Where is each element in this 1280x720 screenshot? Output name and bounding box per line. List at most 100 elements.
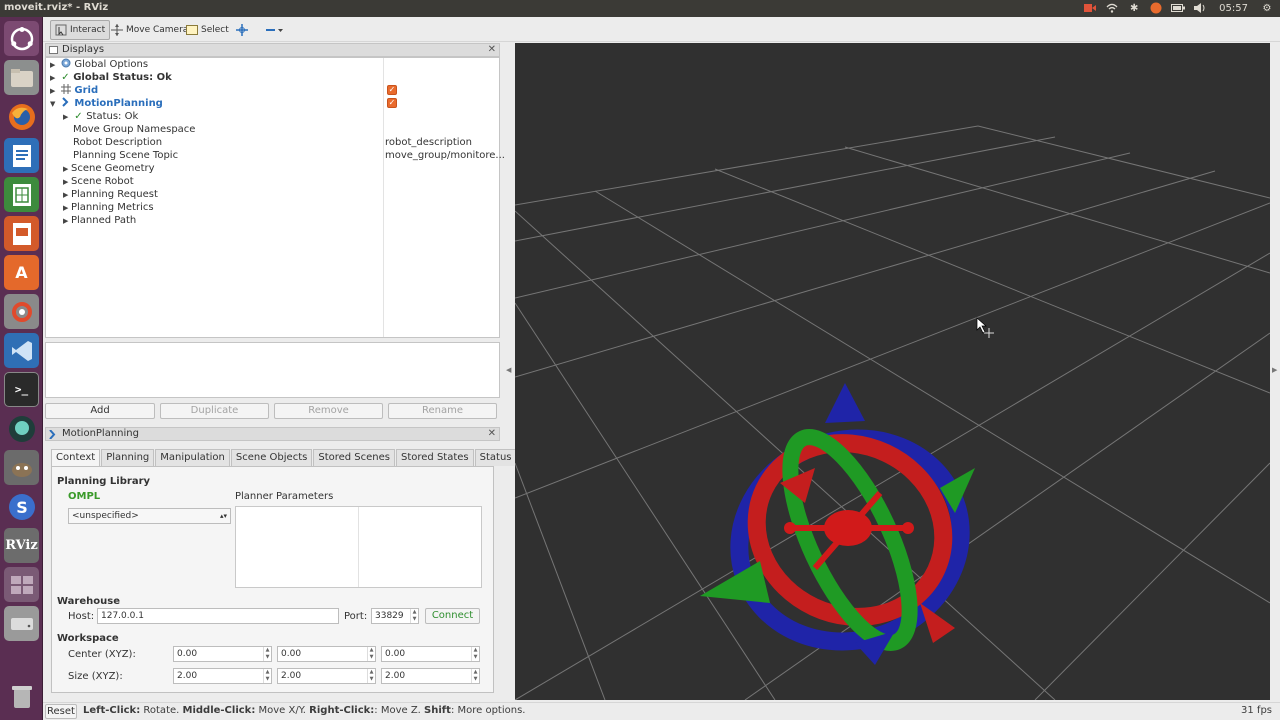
- camera-icon[interactable]: [1083, 1, 1097, 15]
- remove-tool-button[interactable]: [262, 20, 288, 40]
- wifi-icon[interactable]: [1105, 1, 1119, 15]
- tab-stored-scenes[interactable]: Stored Scenes: [313, 449, 395, 466]
- render-3d-view[interactable]: [515, 43, 1270, 700]
- gear-icon[interactable]: ⚙: [1260, 1, 1274, 15]
- planner-parameters-table[interactable]: [235, 506, 482, 588]
- fps-readout: 31 fps: [1241, 705, 1272, 716]
- workspace-switcher-icon[interactable]: [4, 567, 39, 602]
- language-icon[interactable]: [1149, 1, 1163, 15]
- tab-stored-states[interactable]: Stored States: [396, 449, 474, 466]
- mouse-cursor-icon: [976, 317, 994, 338]
- port-input[interactable]: 33829 ▲ ▼: [371, 608, 419, 624]
- tree-row-grid[interactable]: ▶ Grid: [50, 84, 98, 97]
- spin-arrows-icon[interactable]: ▲ ▼: [367, 669, 375, 683]
- robot-description-value[interactable]: robot_description: [385, 136, 472, 149]
- tab-scene-objects[interactable]: Scene Objects: [230, 449, 313, 466]
- drive-icon[interactable]: [4, 606, 39, 641]
- splitter-left-arrow-icon[interactable]: ◀: [506, 366, 511, 374]
- connect-button[interactable]: Connect: [425, 608, 480, 624]
- expand-arrow-icon[interactable]: ▶: [63, 111, 71, 124]
- warehouse-heading: Warehouse: [57, 596, 120, 607]
- vscode-icon[interactable]: [4, 333, 39, 368]
- center-x-input[interactable]: 0.00 ▲ ▼: [173, 646, 272, 662]
- gear-icon: [61, 58, 71, 68]
- splitter-right-arrow-icon[interactable]: ▶: [1272, 366, 1277, 374]
- remove-display-button[interactable]: Remove: [274, 403, 383, 419]
- crosshair-icon: [236, 24, 248, 36]
- spin-arrows-icon[interactable]: ▲ ▼: [263, 647, 271, 661]
- size-x-input[interactable]: 2.00 ▲ ▼: [173, 668, 272, 684]
- tab-context[interactable]: Context: [51, 449, 101, 467]
- checkmark-icon: ✓: [61, 72, 70, 83]
- move-camera-tool-button[interactable]: Move Camera: [107, 20, 192, 40]
- spin-arrows-icon[interactable]: ▲ ▼: [471, 647, 479, 661]
- size-z-input[interactable]: 2.00 ▲ ▼: [381, 668, 480, 684]
- gitkraken-icon[interactable]: [4, 411, 39, 446]
- tree-row-planned-path[interactable]: ▶ Planned Path: [63, 214, 136, 227]
- add-display-button[interactable]: Add: [45, 403, 155, 419]
- terminal-icon[interactable]: >_: [4, 372, 39, 407]
- motionplanning-icon: [49, 430, 56, 439]
- close-icon[interactable]: ✕: [488, 428, 496, 440]
- settings-icon[interactable]: [4, 294, 39, 329]
- center-z-input[interactable]: 0.00 ▲ ▼: [381, 646, 480, 662]
- tab-manipulation[interactable]: Manipulation: [155, 449, 230, 466]
- size-label: Size (XYZ):: [68, 671, 123, 682]
- tree-row-scene-geometry[interactable]: ▶ Scene Geometry: [63, 162, 155, 175]
- tree-row-planning-request[interactable]: ▶ Planning Request: [63, 188, 158, 201]
- files-icon[interactable]: [4, 60, 39, 95]
- motionplanning-enabled-checkbox[interactable]: ✓: [387, 98, 397, 108]
- tree-row-robot-description[interactable]: Robot Description: [73, 136, 162, 149]
- interact-label: Interact: [70, 25, 106, 35]
- tree-row-status[interactable]: ▶ ✓ Status: Ok: [63, 110, 138, 123]
- host-input[interactable]: 127.0.0.1: [97, 608, 339, 624]
- size-y-input[interactable]: 2.00 ▲ ▼: [277, 668, 376, 684]
- svg-text:S: S: [16, 498, 28, 517]
- duplicate-display-button[interactable]: Duplicate: [160, 403, 269, 419]
- rviz-icon[interactable]: RViz: [4, 528, 39, 563]
- tree-row-global-status[interactable]: ▶ ✓ Global Status: Ok: [50, 71, 172, 84]
- simplenote-icon[interactable]: S: [4, 489, 39, 524]
- displays-icon: [49, 46, 58, 54]
- focus-camera-tool-button[interactable]: [232, 20, 252, 40]
- impress-icon[interactable]: [4, 216, 39, 251]
- software-center-icon[interactable]: A: [4, 255, 39, 290]
- volume-icon[interactable]: [1193, 1, 1207, 15]
- motionplanning-tabs: Context Planning Manipulation Scene Obje…: [51, 449, 518, 467]
- writer-icon[interactable]: [4, 138, 39, 173]
- tree-row-planning-metrics[interactable]: ▶ Planning Metrics: [63, 201, 154, 214]
- firefox-icon[interactable]: [4, 99, 39, 134]
- expand-arrow-icon[interactable]: ▶: [63, 215, 71, 228]
- spin-arrows-icon[interactable]: ▲ ▼: [367, 647, 375, 661]
- select-tool-button[interactable]: Select: [182, 20, 233, 40]
- ubuntu-dash-icon[interactable]: [4, 21, 39, 56]
- trash-icon[interactable]: [4, 679, 39, 714]
- spin-arrows-icon[interactable]: ▲ ▼: [263, 669, 271, 683]
- battery-icon[interactable]: [1171, 1, 1186, 15]
- tree-row-global-options[interactable]: ▶ Global Options: [50, 58, 148, 71]
- close-icon[interactable]: ✕: [488, 44, 496, 56]
- spin-arrows-icon[interactable]: ▲ ▼: [410, 609, 418, 623]
- tree-row-motionplanning[interactable]: ▼ MotionPlanning: [50, 97, 163, 110]
- calc-icon[interactable]: [4, 177, 39, 212]
- grid-enabled-checkbox[interactable]: ✓: [387, 85, 397, 95]
- tree-row-scene-robot[interactable]: ▶ Scene Robot: [63, 175, 134, 188]
- tab-planning[interactable]: Planning: [101, 449, 155, 466]
- tab-status[interactable]: Status: [474, 449, 517, 466]
- clock[interactable]: 05:57: [1219, 1, 1248, 15]
- rename-display-button[interactable]: Rename: [388, 403, 497, 419]
- gimp-icon[interactable]: [4, 450, 39, 485]
- tree-row-move-group-namespace[interactable]: Move Group Namespace: [73, 123, 195, 136]
- displays-tree: ▶ Global Options ▶ ✓ Global Status: Ok ▶ …: [45, 57, 505, 338]
- tree-row-planning-scene-topic[interactable]: Planning Scene Topic: [73, 149, 178, 162]
- interact-tool-button[interactable]: Interact: [50, 20, 111, 40]
- planner-select[interactable]: <unspecified> ▴▾: [68, 508, 231, 524]
- bluetooth-icon[interactable]: ✱: [1127, 1, 1141, 15]
- collapse-arrow-icon[interactable]: ▼: [50, 98, 58, 111]
- host-label: Host:: [68, 611, 95, 622]
- spin-arrows-icon[interactable]: ▲ ▼: [471, 669, 479, 683]
- center-y-input[interactable]: 0.00 ▲ ▼: [277, 646, 376, 662]
- planning-library-heading: Planning Library: [57, 476, 151, 487]
- reset-button[interactable]: Reset: [45, 704, 77, 719]
- planning-scene-topic-value[interactable]: move_group/monitore...: [385, 149, 505, 162]
